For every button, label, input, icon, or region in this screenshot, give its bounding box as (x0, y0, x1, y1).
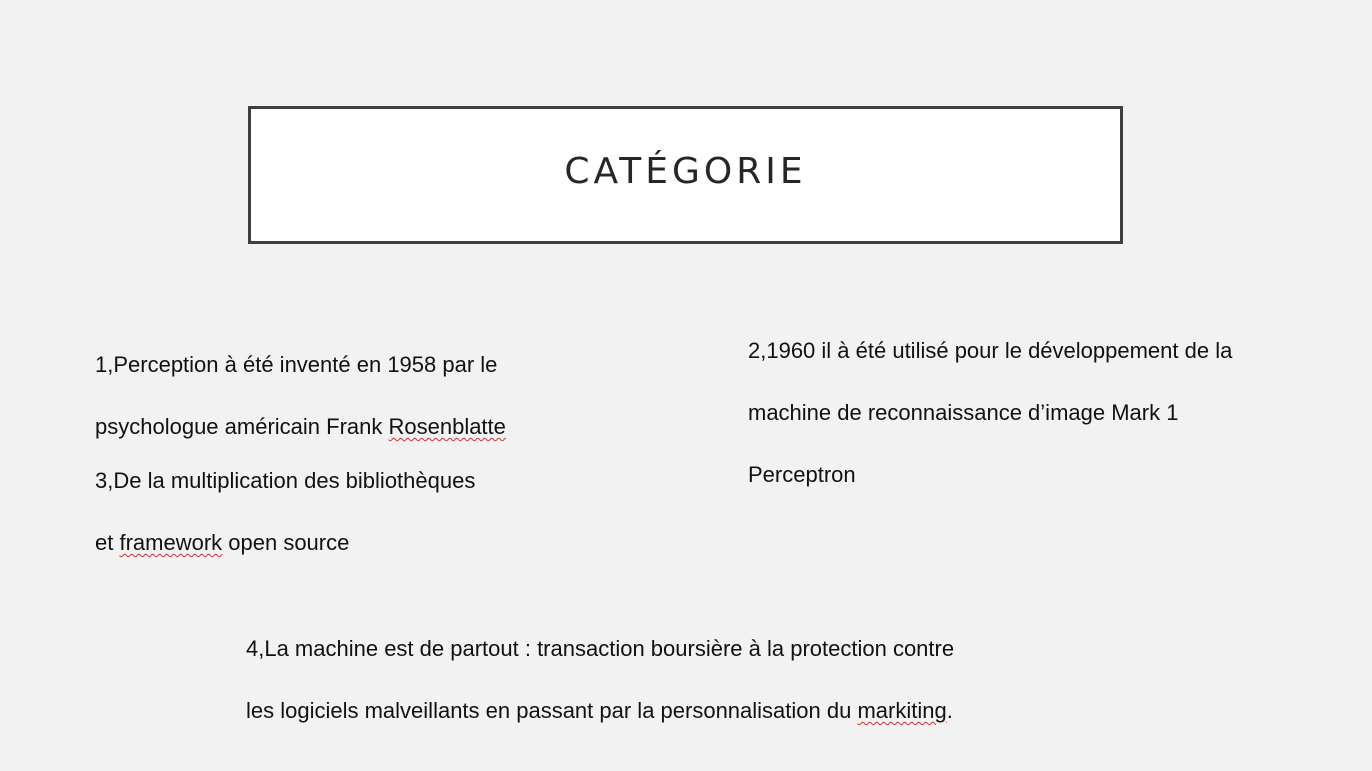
paragraph-2-line-1: 2,1960 il à été utilisé pour le développ… (748, 338, 1233, 363)
paragraph-3-line-2-start: et (95, 530, 120, 555)
paragraph-2-line-3: Perceptron (748, 462, 856, 487)
paragraph-3: 3,De la multiplication des bibliothèques… (95, 434, 565, 589)
spellcheck-word-markiting: markiting (857, 698, 947, 723)
spellcheck-word-framework: framework (119, 530, 223, 555)
paragraph-2: 2,1960 il à été utilisé pour le développ… (748, 304, 1308, 521)
paragraph-4-line-2-start: les logiciels malveillants en passant pa… (246, 698, 858, 723)
paragraph-1-line-1: 1,Perception à été inventé en 1958 par l… (95, 352, 498, 377)
paragraph-3-line-2: et framework open source (95, 527, 565, 558)
paragraph-3-line-2-end: open source (222, 530, 350, 555)
paragraph-4-line-2-end: . (946, 698, 953, 723)
slide: CATÉGORIE 1,Perception à été inventé en … (0, 0, 1372, 771)
paragraph-2-line-2: machine de reconnaissance d’image Mark 1 (748, 400, 1179, 425)
title-box: CATÉGORIE (248, 106, 1123, 244)
paragraph-4: 4,La machine est de partout : transactio… (246, 602, 1146, 757)
paragraph-4-line-1: 4,La machine est de partout : transactio… (246, 636, 955, 661)
paragraph-3-line-1: 3,De la multiplication des bibliothèques (95, 468, 476, 493)
paragraph-4-line-2: les logiciels malveillants en passant pa… (246, 695, 1146, 726)
slide-title: CATÉGORIE (564, 150, 807, 192)
